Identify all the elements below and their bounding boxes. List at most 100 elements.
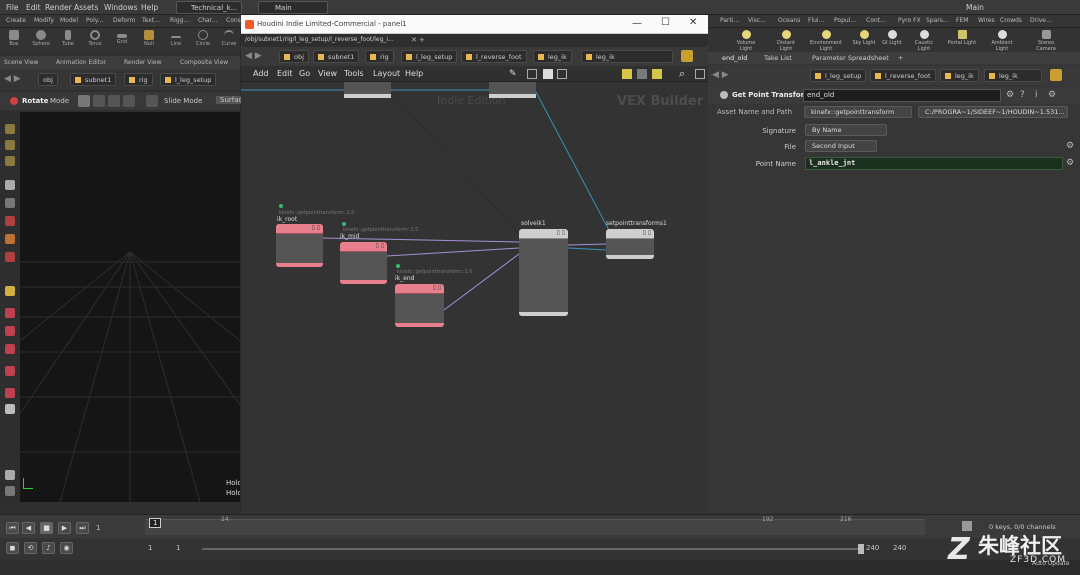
range-end-b[interactable]: 240 — [893, 544, 906, 552]
move-icon[interactable] — [5, 140, 15, 150]
net-crumb-subnet1[interactable]: subnet1 — [313, 50, 360, 63]
params-gear-icon[interactable]: ⚙ — [1048, 91, 1057, 100]
jump-end-icon[interactable]: ⏭ — [76, 522, 89, 534]
vp-crumb-l-leg-setup[interactable]: l_leg_setup — [160, 73, 217, 86]
file-gear-icon[interactable]: ⚙ — [1066, 142, 1075, 151]
range-start[interactable]: 1 — [148, 544, 152, 552]
asset-name-dropdown[interactable]: kinefx::getpointtransform — [804, 106, 912, 118]
right-shelf-tab-parti[interactable]: Parti... — [720, 17, 739, 24]
menu-edit[interactable]: Edit — [26, 3, 41, 12]
range-slider-track[interactable] — [202, 548, 862, 550]
right-shelf-tab-popul[interactable]: Popul... — [834, 17, 856, 24]
torus-tool[interactable]: Torus — [85, 30, 105, 47]
network-canvas[interactable]: Indie Edition VEX Builder kinefx::getpoi… — [241, 82, 708, 525]
net-menu-edit[interactable]: Edit — [277, 69, 293, 78]
close-icon[interactable]: ✕ — [689, 17, 697, 28]
net-crumb-l-leg-setup[interactable]: l_leg_setup — [401, 50, 458, 63]
volume-light-tool[interactable]: Volume Light — [730, 30, 762, 52]
node-ik-mid[interactable]: ▯ ▯ — [340, 242, 387, 284]
environment-light-tool[interactable]: Environment Light — [810, 30, 842, 52]
vp-crumb-obj[interactable]: obj — [38, 73, 58, 86]
param-crumb-l-reverse-foot[interactable]: l_reverse_foot — [870, 69, 936, 82]
grid-view-icon[interactable] — [543, 69, 553, 79]
tab-end-old[interactable]: end_old — [722, 54, 747, 62]
menu-windows[interactable]: Windows — [104, 3, 137, 12]
asset-path-dropdown[interactable]: C:/PROGRA~1/SIDEEF~1/HOUDIN~1.531... — [918, 106, 1068, 118]
vp-crumb-subnet1[interactable]: subnet1 — [70, 73, 117, 86]
handle-icon[interactable] — [93, 95, 105, 107]
range-end-a[interactable]: 240 — [866, 544, 879, 552]
node-solveik[interactable]: ▯ ▯ — [519, 229, 568, 316]
node-top-left[interactable] — [344, 82, 391, 102]
tab-scene-view[interactable]: Scene View — [4, 59, 38, 66]
grid-tool[interactable]: Grid — [112, 30, 132, 45]
net-crumb-leg-ik-2[interactable]: leg_ik — [581, 50, 673, 63]
param-tab-add-icon[interactable]: + — [898, 54, 903, 62]
net-crumb-rig[interactable]: rig — [365, 50, 394, 63]
back-arrow-icon[interactable]: ◀ ▶ — [4, 74, 21, 84]
triangle-icon[interactable] — [5, 286, 15, 296]
net-menu-add[interactable]: Add — [253, 69, 269, 78]
magnet-icon[interactable] — [5, 344, 15, 354]
stereo-camera-tool[interactable]: Stereo Camera — [1030, 30, 1062, 52]
minimize-icon[interactable]: — — [632, 18, 642, 29]
list-view-icon[interactable] — [557, 69, 567, 79]
desktop-tab-technical[interactable]: Technical_k... — [176, 1, 242, 14]
ambient-light-tool[interactable]: Ambient Light — [986, 30, 1018, 52]
mode-label[interactable]: Mode — [50, 97, 69, 105]
right-shelf-tab-cont[interactable]: Cont... — [866, 17, 886, 24]
param-pin-icon[interactable] — [1050, 69, 1062, 81]
range-start-b[interactable]: 1 — [176, 544, 180, 552]
pin-icon[interactable] — [681, 50, 693, 62]
flag-icon[interactable] — [5, 470, 15, 480]
shelf-tab-create[interactable]: Create — [6, 17, 26, 24]
play-icon[interactable]: ▶ — [58, 522, 71, 534]
node-ik-root[interactable]: ▯ ▯ — [276, 224, 323, 267]
pose-icon[interactable] — [5, 216, 15, 226]
rig-pose-icon[interactable] — [5, 234, 15, 244]
help-icon[interactable]: ? — [1020, 91, 1029, 100]
param-crumb-leg-ik-2[interactable]: leg_ik — [984, 69, 1042, 82]
net-menu-layout[interactable]: Layout — [373, 69, 400, 78]
signature-dropdown[interactable]: By Name — [805, 124, 887, 136]
rotate-tool-label[interactable]: Rotate — [22, 97, 48, 105]
point-name-field[interactable]: l_ankle_jnt — [805, 157, 1063, 170]
tools-icon[interactable]: ✎ — [509, 69, 519, 79]
tube-tool[interactable]: Tube — [58, 30, 78, 47]
maximize-icon[interactable]: ☐ — [661, 17, 670, 28]
info-icon[interactable]: i — [1035, 91, 1044, 100]
paint-icon[interactable] — [5, 252, 15, 262]
handle-tool-icon[interactable] — [5, 198, 15, 208]
pivot-icon[interactable] — [108, 95, 120, 107]
circle-tool[interactable]: Circle — [193, 30, 213, 47]
tab-composite-view[interactable]: Composite View — [180, 59, 228, 66]
shelf-tab-poly[interactable]: Poly... — [86, 17, 103, 24]
file-dropdown[interactable]: Second Input — [805, 140, 877, 152]
range-end-handle[interactable] — [858, 544, 864, 554]
jump-start-icon[interactable]: ⏮ — [6, 522, 19, 534]
null-tool[interactable]: Null — [139, 30, 159, 47]
gi-light-tool[interactable]: GI Light — [876, 30, 908, 46]
frame-icon[interactable] — [695, 69, 705, 79]
caustic-light-tool[interactable]: Caustic Light — [908, 30, 940, 52]
net-crumb-obj[interactable]: obj — [279, 50, 309, 63]
tab-take-list[interactable]: Take List — [764, 54, 792, 62]
vp-crumb-rig[interactable]: rig — [124, 73, 153, 86]
right-shelf-tab-wires[interactable]: Wires — [978, 17, 995, 24]
settings-icon[interactable] — [5, 486, 15, 496]
search-icon[interactable]: ⌕ — [679, 67, 685, 81]
net-menu-help[interactable]: Help — [405, 69, 423, 78]
rotate-icon[interactable] — [5, 156, 15, 166]
right-shelf-tab-pyro[interactable]: Pyro FX — [898, 17, 921, 24]
param-crumb-l-leg-setup[interactable]: l_leg_setup — [810, 69, 867, 82]
right-shelf-tab-drive[interactable]: Drive... — [1030, 17, 1052, 24]
point-name-gear-icon[interactable]: ⚙ — [1066, 159, 1075, 168]
right-shelf-tab-spars[interactable]: Spars... — [926, 17, 949, 24]
net-crumb-leg-ik[interactable]: leg_ik — [533, 50, 572, 63]
pointer-icon[interactable] — [5, 180, 15, 190]
tab-render-view[interactable]: Render View — [124, 59, 162, 66]
timeline-track[interactable]: 1 24 192 216 — [145, 516, 925, 535]
line-tool[interactable]: Line — [166, 30, 186, 47]
shelf-tab-model[interactable]: Model — [60, 17, 78, 24]
menu-help[interactable]: Help — [141, 3, 158, 12]
